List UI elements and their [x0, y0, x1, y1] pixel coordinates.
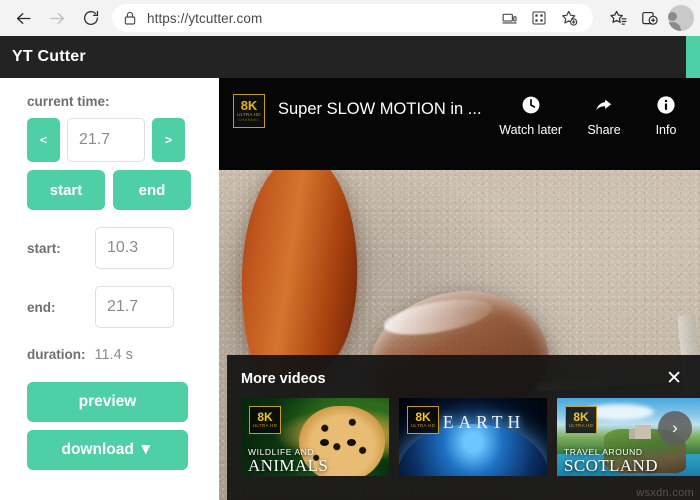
info-circle-icon: [657, 96, 675, 114]
add-favorite-button[interactable]: [555, 4, 583, 32]
app-header: YT Cutter: [0, 36, 700, 78]
current-time-label: current time:: [27, 94, 110, 109]
end-label: end:: [27, 299, 56, 315]
video-thumbnail-strip: 8K ULTRA HD WILDLIFE AND ANIMALS EARTH 8…: [227, 388, 700, 476]
set-start-button[interactable]: start: [27, 170, 105, 210]
favorites-button[interactable]: [604, 4, 632, 32]
reload-button[interactable]: [74, 3, 108, 33]
step-back-button[interactable]: <: [27, 118, 60, 162]
thumb-badge-sub: ULTRA HD: [568, 423, 594, 428]
thumbnail-8k-badge-icon: 8K ULTRA HD: [407, 406, 439, 434]
start-label: start:: [27, 240, 61, 256]
forward-arrow-icon: [49, 12, 64, 24]
thumbnail-8k-badge-icon: 8K ULTRA HD: [249, 406, 281, 434]
back-arrow-icon: [16, 12, 31, 24]
url-text: https://ytcutter.com: [147, 10, 263, 26]
duration-label: duration:: [27, 347, 86, 362]
set-end-button[interactable]: end: [113, 170, 191, 210]
share-arrow-icon: [596, 99, 612, 111]
avatar-body-shape: [668, 22, 681, 31]
thumbnail-8k-badge-icon: 8K ULTRA HD: [565, 406, 597, 434]
thumb-badge-8k: 8K: [573, 410, 589, 424]
page-body: current time: < > start end start: end: …: [0, 78, 700, 500]
apps-grid-button[interactable]: [525, 4, 553, 32]
info-button[interactable]: Info: [646, 94, 686, 137]
lock-icon: [124, 11, 136, 25]
more-videos-overlay: More videos ✕ 8K ULTRA HD WILDLIFE AND A…: [227, 355, 700, 500]
reload-icon: [84, 10, 99, 26]
more-videos-header: More videos ✕: [227, 355, 700, 388]
watch-later-label: Watch later: [499, 123, 562, 137]
end-field-row: end:: [0, 286, 219, 328]
forward-button[interactable]: [40, 3, 74, 33]
app-title: YT Cutter: [12, 48, 86, 65]
favorites-list-icon: [609, 10, 626, 25]
clock-icon: [522, 96, 540, 114]
share-button[interactable]: Share: [584, 94, 624, 137]
video-actions: Watch later Share Info: [499, 94, 700, 137]
end-input[interactable]: [95, 286, 174, 328]
cast-device-icon: [501, 13, 517, 23]
download-button[interactable]: download ▼: [27, 430, 188, 470]
controls-sidebar: current time: < > start end start: end: …: [0, 78, 219, 500]
thumb-badge-sub: ULTRA HD: [410, 423, 436, 428]
collections-button[interactable]: [635, 4, 663, 32]
header-accent-strip: [686, 36, 700, 78]
video-title[interactable]: Super SLOW MOTION in ...: [278, 100, 499, 119]
browser-actions: [599, 4, 694, 32]
thumb-badge-8k: 8K: [415, 410, 431, 424]
profile-avatar[interactable]: [668, 5, 694, 31]
castle-shape: [635, 424, 652, 439]
duration-row: duration: 11.4 s: [0, 347, 219, 363]
back-button[interactable]: [6, 3, 40, 33]
address-bar-actions: [495, 4, 583, 32]
set-start-end-row: start end: [0, 162, 219, 210]
collections-icon: [641, 11, 658, 25]
info-label: Info: [655, 123, 677, 137]
list-item[interactable]: EARTH 8K ULTRA HD: [399, 398, 547, 476]
avatar-head-shape: [668, 12, 677, 21]
close-icon[interactable]: ✕: [664, 369, 684, 388]
thumb-badge-sub: ULTRA HD: [252, 423, 278, 428]
current-time-row: < >: [0, 109, 219, 162]
current-time-input[interactable]: [67, 118, 145, 162]
carousel-next-button[interactable]: ›: [658, 410, 692, 445]
start-field-row: start:: [0, 227, 219, 269]
thumb-badge-8k: 8K: [257, 410, 273, 424]
badge-8k-text: 8K: [240, 97, 258, 113]
add-favorite-star-icon: [562, 10, 578, 26]
step-forward-button[interactable]: >: [152, 118, 185, 162]
watermark-text: wsxdn.com: [636, 487, 694, 499]
thumbnail-caption: WILDLIFE AND ANIMALS: [248, 448, 328, 474]
thumbnail-caption-big: SCOTLAND: [564, 455, 658, 475]
start-input[interactable]: [95, 227, 174, 269]
preview-button[interactable]: preview: [27, 382, 188, 422]
apps-grid-icon: [532, 11, 546, 25]
duration-value: 11.4 s: [94, 347, 133, 363]
thumbnail-caption: TRAVEL AROUND SCOTLAND: [564, 448, 658, 474]
share-label: Share: [587, 123, 621, 137]
more-videos-title: More videos: [241, 370, 326, 387]
video-player[interactable]: 8K ULTRA HD CHANNEL Super SLOW MOTION in…: [219, 78, 700, 500]
thumbnail-caption-big: ANIMALS: [248, 455, 329, 475]
browser-toolbar: https://ytcutter.com: [0, 0, 700, 36]
list-item[interactable]: 8K ULTRA HD WILDLIFE AND ANIMALS: [241, 398, 389, 476]
badge-channel-text: CHANNEL: [238, 117, 260, 122]
channel-8k-badge-icon: 8K ULTRA HD CHANNEL: [233, 94, 265, 128]
cast-device-button[interactable]: [495, 4, 523, 32]
address-bar[interactable]: https://ytcutter.com: [112, 4, 593, 32]
video-top-bar: 8K ULTRA HD CHANNEL Super SLOW MOTION in…: [219, 78, 700, 170]
watch-later-button[interactable]: Watch later: [499, 94, 562, 137]
